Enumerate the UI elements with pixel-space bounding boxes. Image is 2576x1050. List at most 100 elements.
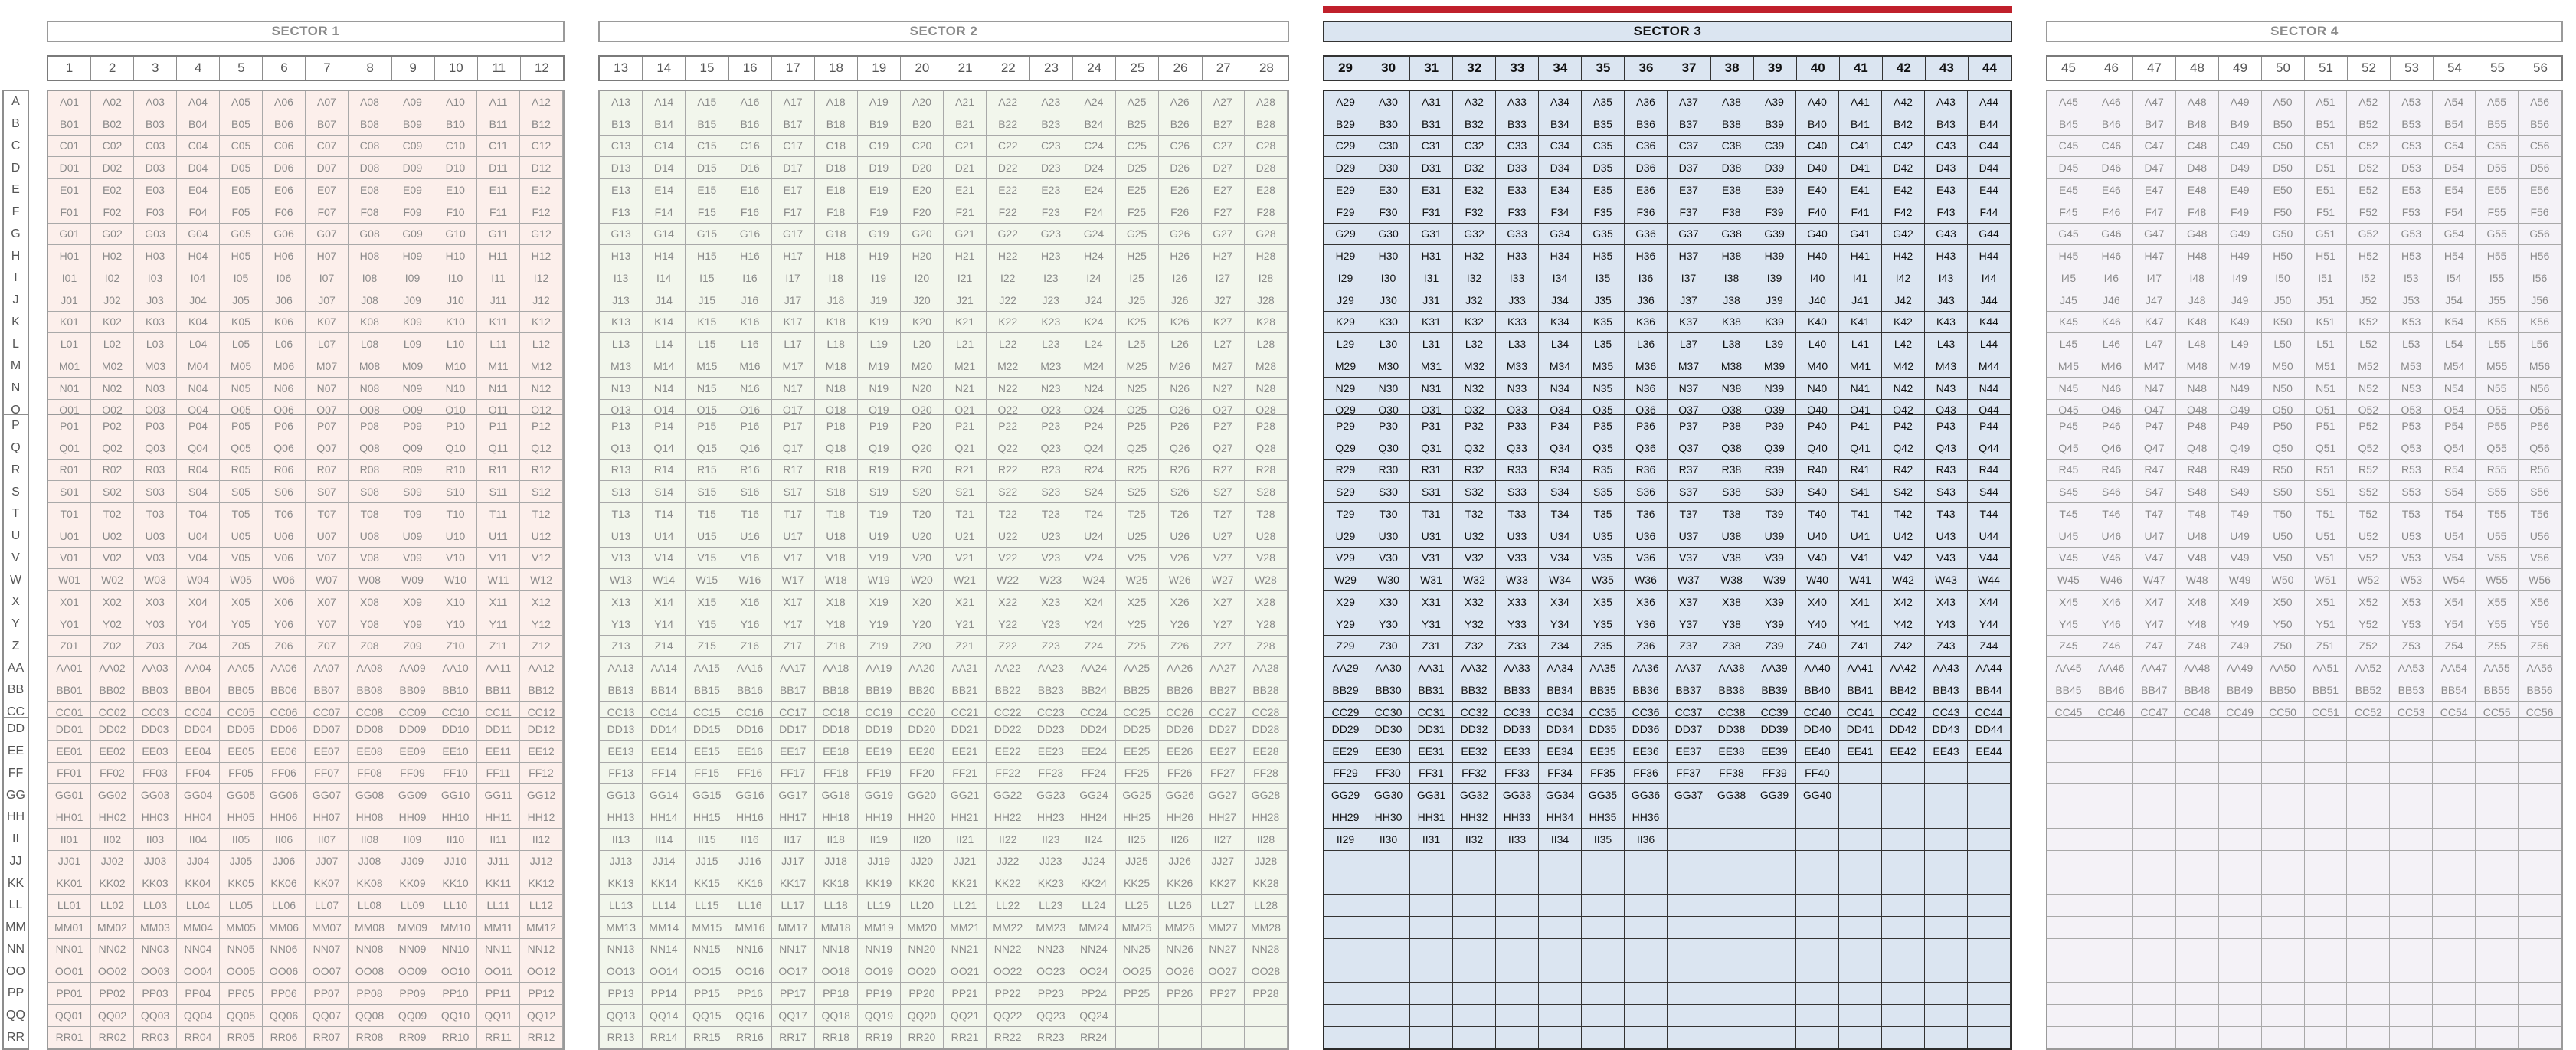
seat-cell[interactable]: U34 — [1539, 525, 1582, 548]
seat-cell[interactable]: I36 — [1625, 267, 1668, 289]
seat-cell[interactable]: M03 — [134, 355, 177, 378]
seat-cell[interactable]: L47 — [2132, 333, 2176, 355]
seat-cell[interactable]: GG15 — [686, 784, 729, 806]
seat-cell[interactable]: GG20 — [900, 784, 944, 806]
seat-cell[interactable]: A29 — [1324, 91, 1367, 113]
seat-cell[interactable]: Z27 — [1201, 635, 1245, 658]
seat-cell[interactable]: J05 — [220, 289, 263, 312]
seat-cell[interactable]: DD41 — [1839, 718, 1882, 741]
seat-cell[interactable]: J07 — [306, 289, 349, 312]
seat-cell[interactable]: V19 — [857, 547, 901, 570]
seat-cell[interactable]: J53 — [2390, 289, 2434, 312]
seat-cell[interactable]: GG16 — [728, 784, 772, 806]
seat-cell[interactable]: K17 — [771, 311, 815, 334]
seat-cell[interactable]: FF22 — [987, 762, 1030, 785]
seat-cell[interactable]: I39 — [1753, 267, 1796, 289]
seat-cell[interactable]: AA55 — [2476, 657, 2519, 679]
seat-cell[interactable]: EE09 — [391, 740, 434, 763]
seat-cell[interactable]: PP26 — [1158, 983, 1202, 1005]
seat-cell[interactable]: X43 — [1925, 591, 1968, 613]
seat-cell[interactable]: B43 — [1925, 113, 1968, 136]
seat-cell[interactable]: R19 — [857, 459, 901, 482]
seat-cell[interactable]: MM04 — [177, 916, 220, 939]
seat-cell[interactable]: T40 — [1796, 503, 1839, 525]
seat-cell[interactable]: Y34 — [1539, 613, 1582, 636]
seat-cell[interactable]: M49 — [2218, 355, 2262, 378]
seat-cell[interactable]: H09 — [391, 245, 434, 267]
seat-cell[interactable]: Z12 — [520, 635, 563, 658]
seat-cell[interactable]: FF38 — [1710, 762, 1753, 785]
seat-cell[interactable]: B20 — [900, 113, 944, 136]
seat-cell[interactable]: E43 — [1925, 179, 1968, 201]
seat-cell[interactable]: M30 — [1367, 355, 1410, 378]
seat-cell[interactable]: I13 — [600, 267, 643, 289]
seat-cell[interactable]: Y18 — [814, 613, 858, 636]
seat-cell[interactable]: E04 — [177, 179, 220, 201]
seat-cell[interactable]: W37 — [1668, 569, 1710, 591]
seat-cell[interactable]: HH29 — [1324, 806, 1367, 829]
seat-cell[interactable]: Z54 — [2433, 635, 2476, 658]
seat-cell[interactable]: MM01 — [48, 916, 91, 939]
seat-cell[interactable]: J33 — [1496, 289, 1539, 312]
seat-cell[interactable]: Y10 — [434, 613, 477, 636]
seat-cell[interactable]: I37 — [1668, 267, 1710, 289]
seat-cell[interactable]: G32 — [1453, 223, 1496, 246]
seat-cell[interactable]: K55 — [2476, 311, 2519, 334]
seat-cell[interactable]: Q50 — [2261, 437, 2305, 460]
seat-cell[interactable]: G14 — [643, 223, 686, 246]
seat-cell[interactable]: HH34 — [1539, 806, 1582, 829]
seat-cell[interactable]: H53 — [2390, 245, 2434, 267]
seat-cell[interactable]: R13 — [600, 459, 643, 482]
seat-cell[interactable]: C46 — [2090, 135, 2133, 158]
seat-cell[interactable]: A22 — [987, 91, 1030, 113]
seat-cell[interactable]: GG05 — [220, 784, 263, 806]
seat-cell[interactable]: U16 — [728, 525, 772, 548]
seat-cell[interactable]: LL23 — [1029, 895, 1073, 917]
seat-cell[interactable]: C04 — [177, 135, 220, 158]
seat-cell[interactable]: F01 — [48, 201, 91, 224]
seat-cell[interactable]: X51 — [2304, 591, 2348, 613]
seat-cell[interactable]: PP11 — [477, 983, 520, 1005]
seat-cell[interactable]: U42 — [1882, 525, 1925, 548]
seat-cell[interactable]: G37 — [1668, 223, 1710, 246]
seat-cell[interactable]: K35 — [1582, 311, 1625, 334]
seat-cell[interactable]: F17 — [771, 201, 815, 224]
seat-cell[interactable]: X37 — [1668, 591, 1710, 613]
seat-cell[interactable]: W23 — [1029, 569, 1073, 591]
seat-cell[interactable]: B28 — [1244, 113, 1288, 136]
seat-cell[interactable]: P10 — [434, 415, 477, 437]
seat-cell[interactable]: W28 — [1244, 569, 1288, 591]
seat-cell[interactable]: V28 — [1244, 547, 1288, 570]
seat-cell[interactable]: Q11 — [477, 437, 520, 460]
seat-cell[interactable]: R16 — [728, 459, 772, 482]
seat-cell[interactable]: M09 — [391, 355, 434, 378]
seat-cell[interactable]: MM09 — [391, 916, 434, 939]
seat-cell[interactable]: AA44 — [1968, 657, 2011, 679]
seat-cell[interactable]: S46 — [2090, 481, 2133, 503]
seat-cell[interactable]: U13 — [600, 525, 643, 548]
seat-cell[interactable]: S15 — [686, 481, 729, 503]
seat-cell[interactable]: JJ19 — [857, 850, 901, 873]
seat-cell[interactable]: G26 — [1158, 223, 1202, 246]
seat-cell[interactable]: P34 — [1539, 415, 1582, 437]
seat-cell[interactable]: E38 — [1710, 179, 1753, 201]
seat-cell[interactable]: Z31 — [1410, 635, 1453, 658]
seat-cell[interactable]: NN07 — [306, 938, 349, 961]
seat-cell[interactable]: S08 — [349, 481, 391, 503]
seat-cell[interactable]: A06 — [263, 91, 306, 113]
seat-cell[interactable]: E01 — [48, 179, 91, 201]
seat-cell[interactable]: FF19 — [857, 762, 901, 785]
seat-cell[interactable]: Y31 — [1410, 613, 1453, 636]
seat-cell[interactable]: P15 — [686, 415, 729, 437]
seat-cell[interactable]: R42 — [1882, 459, 1925, 482]
seat-cell[interactable]: J38 — [1710, 289, 1753, 312]
seat-cell[interactable]: D47 — [2132, 157, 2176, 179]
seat-cell[interactable]: P44 — [1968, 415, 2011, 437]
seat-cell[interactable]: Y53 — [2390, 613, 2434, 636]
seat-cell[interactable]: K39 — [1753, 311, 1796, 334]
seat-cell[interactable]: B22 — [987, 113, 1030, 136]
seat-cell[interactable]: D23 — [1029, 157, 1073, 179]
seat-cell[interactable]: F51 — [2304, 201, 2348, 224]
seat-cell[interactable]: F25 — [1115, 201, 1159, 224]
seat-cell[interactable]: J03 — [134, 289, 177, 312]
